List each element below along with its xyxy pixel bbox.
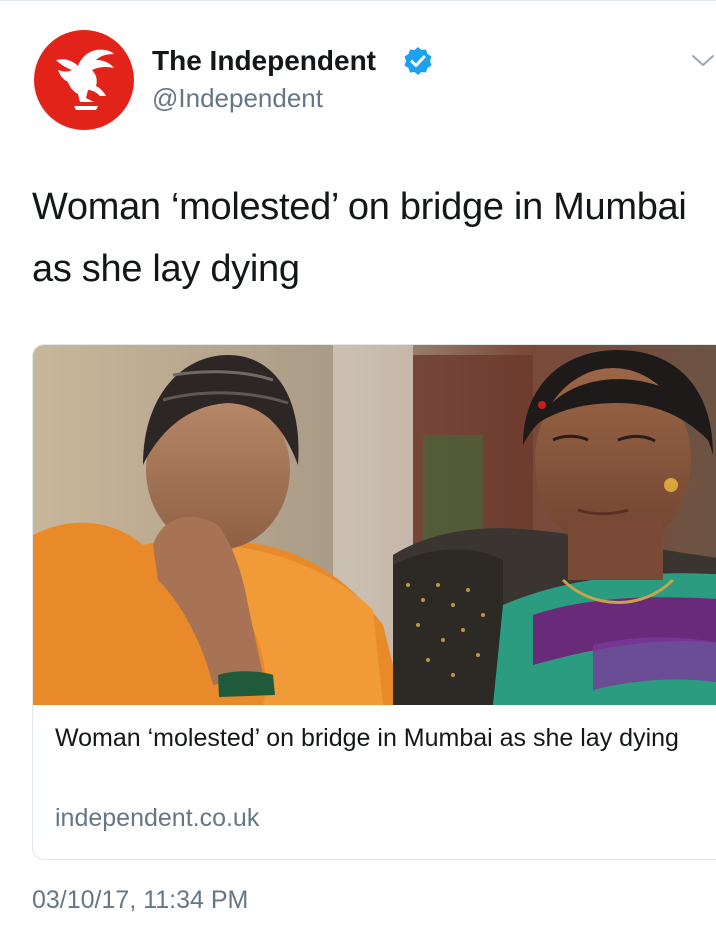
timestamp[interactable]: 03/10/17, 11:34 PM: [32, 884, 248, 916]
verified-badge-icon: [404, 47, 432, 75]
tweet-text: Woman ‘molested’ on bridge in Mumbai as …: [32, 186, 687, 290]
chevron-down-icon[interactable]: [690, 50, 716, 70]
eagle-logo-icon: [56, 49, 114, 110]
account-name[interactable]: The Independent: [152, 44, 376, 78]
card-image[interactable]: [33, 345, 716, 705]
card-title[interactable]: Woman ‘molested’ on bridge in Mumbai as …: [55, 721, 705, 756]
avatar[interactable]: [34, 30, 134, 130]
account-handle[interactable]: @Independent: [152, 82, 323, 114]
tweet-page: The Independent @Independent Woman ‘mole…: [0, 0, 716, 939]
top-divider: [0, 0, 716, 1]
link-card[interactable]: Woman ‘molested’ on bridge in Mumbai as …: [32, 344, 716, 860]
card-domain[interactable]: independent.co.uk: [55, 802, 259, 834]
